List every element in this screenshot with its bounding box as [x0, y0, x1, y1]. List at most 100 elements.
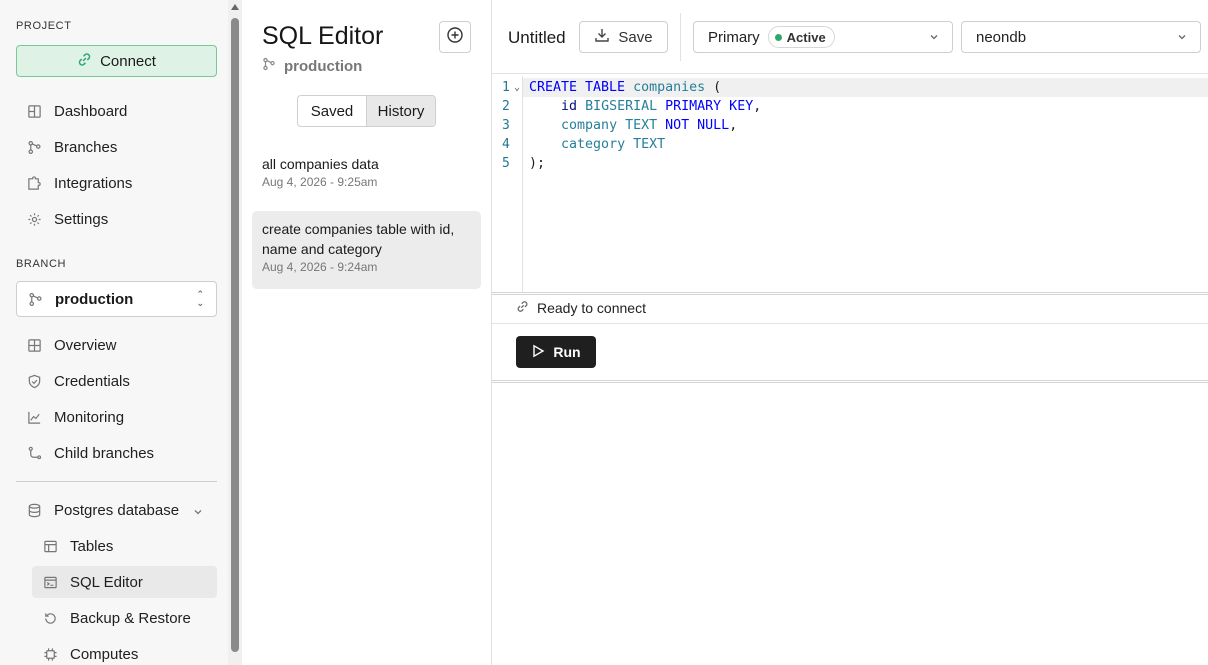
- sidebar-item-backup-restore[interactable]: Backup & Restore: [32, 602, 217, 634]
- active-dot-icon: [774, 33, 782, 41]
- chevron-down-icon: [928, 30, 940, 47]
- sidebar-item-monitoring[interactable]: Monitoring: [16, 401, 217, 433]
- editor-toolbar: Untitled Save Primary Active neondb: [492, 0, 1208, 74]
- branch-icon: [26, 139, 42, 155]
- compute-name: Primary: [708, 28, 760, 46]
- editor-resize-handle[interactable]: [492, 292, 1208, 295]
- branch-section-label: BRANCH: [16, 258, 67, 270]
- history-item-date: Aug 4, 2026 - 9:24am: [262, 260, 378, 274]
- line-number: 1: [502, 80, 510, 95]
- grid-icon: [26, 103, 42, 119]
- line-number: 4: [502, 137, 510, 152]
- tab-saved[interactable]: Saved: [298, 96, 366, 126]
- sidebar-item-label: Integrations: [54, 174, 133, 192]
- sql-editor-panel: SQL Editor production Saved History all …: [242, 0, 492, 665]
- sidebar-item-label: Branches: [54, 138, 118, 156]
- line-number: 2: [502, 99, 510, 114]
- new-query-button[interactable]: [439, 21, 471, 53]
- tab-history[interactable]: History: [366, 96, 435, 126]
- connect-label: Connect: [100, 52, 156, 70]
- branch-selector[interactable]: production ⌃ ⌄: [16, 281, 217, 317]
- scroll-thumb[interactable]: [231, 18, 239, 652]
- panel-branch-name: production: [284, 57, 363, 75]
- history-item-date: Aug 4, 2026 - 9:25am: [262, 175, 378, 189]
- sidebar-item-integrations[interactable]: Integrations: [16, 167, 217, 199]
- saved-history-toggle: Saved History: [297, 95, 436, 127]
- results-resize-handle[interactable]: [492, 380, 1208, 383]
- link-icon: [516, 300, 529, 316]
- code-text: CREATE TABLE companies (: [529, 80, 722, 95]
- code-line: 5 );: [492, 154, 1208, 173]
- branch-icon: [262, 57, 276, 75]
- database-icon: [26, 502, 42, 518]
- connect-button[interactable]: Connect: [16, 45, 217, 77]
- sidebar-item-computes[interactable]: Computes: [32, 638, 217, 665]
- sidebar-item-settings[interactable]: Settings: [16, 203, 217, 235]
- run-label: Run: [553, 344, 581, 360]
- panel-branch: production: [262, 57, 362, 75]
- sidebar-item-credentials[interactable]: Credentials: [16, 365, 217, 397]
- terminal-icon: [42, 574, 58, 590]
- history-item-title: all companies data: [262, 156, 379, 172]
- save-label: Save: [618, 28, 653, 46]
- chart-icon: [26, 409, 42, 425]
- updown-chevron-icon: ⌃ ⌄: [196, 289, 204, 308]
- sidebar-item-child-branches[interactable]: Child branches: [16, 437, 217, 469]
- connection-status-text: Ready to connect: [537, 300, 646, 316]
- save-button[interactable]: Save: [579, 21, 668, 53]
- toolbar-divider: [680, 13, 681, 61]
- sidebar-item-label: Child branches: [54, 444, 155, 462]
- history-item[interactable]: all companies data Aug 4, 2026 - 9:25am: [252, 146, 481, 197]
- code-line: 4 category TEXT: [492, 135, 1208, 154]
- line-number: 5: [502, 156, 510, 171]
- status-badge: Active: [767, 26, 835, 48]
- sidebar-item-dashboard[interactable]: Dashboard: [16, 95, 217, 127]
- sidebar-scrollbar[interactable]: [228, 0, 242, 665]
- project-section-label: PROJECT: [16, 20, 72, 32]
- scroll-up-arrow-icon[interactable]: [231, 4, 239, 10]
- sidebar-item-sql-editor[interactable]: SQL Editor: [32, 566, 217, 598]
- puzzle-icon: [26, 175, 42, 191]
- sidebar-group-label: Postgres database: [54, 501, 180, 519]
- history-item-title: create companies table with id, name and…: [262, 221, 455, 257]
- sidebar-item-overview[interactable]: Overview: [16, 329, 217, 361]
- code-text: id BIGSERIAL PRIMARY KEY,: [561, 99, 762, 114]
- database-name: neondb: [976, 28, 1027, 46]
- chevron-down-icon: [193, 504, 203, 521]
- sidebar-item-label: Credentials: [54, 372, 130, 390]
- sidebar-item-label: Overview: [54, 336, 117, 354]
- query-name[interactable]: Untitled: [508, 28, 566, 48]
- link-icon: [77, 52, 92, 71]
- sidebar: PROJECT Connect Dashboard Branches Integ…: [0, 0, 242, 665]
- connection-status: Ready to connect: [516, 300, 646, 316]
- history-item[interactable]: create companies table with id, name and…: [252, 211, 481, 289]
- fold-chevron-icon[interactable]: ⌄: [514, 82, 520, 93]
- code-editor[interactable]: 1 ⌄ CREATE TABLE companies ( 2 id BIGSER…: [492, 76, 1208, 292]
- sidebar-item-label: Dashboard: [54, 102, 128, 120]
- code-line: 1 ⌄ CREATE TABLE companies (: [492, 78, 1208, 97]
- sidebar-item-label: Monitoring: [54, 408, 125, 426]
- code-text: company TEXT NOT NULL,: [561, 118, 738, 133]
- branch-selector-value: production: [55, 290, 134, 308]
- chip-icon: [42, 646, 58, 662]
- code-line: 2 id BIGSERIAL PRIMARY KEY,: [492, 97, 1208, 116]
- code-text: );: [529, 156, 546, 171]
- sidebar-item-label: Computes: [70, 645, 139, 663]
- branch-icon: [27, 291, 43, 307]
- plus-circle-icon: [446, 26, 464, 49]
- page-title: SQL Editor: [262, 22, 384, 50]
- play-icon: [531, 344, 545, 361]
- sidebar-item-label: Tables: [70, 537, 114, 555]
- editor-area: Untitled Save Primary Active neondb 1 ⌄ …: [492, 0, 1208, 665]
- sidebar-item-tables[interactable]: Tables: [32, 530, 217, 562]
- code-line: 3 company TEXT NOT NULL,: [492, 116, 1208, 135]
- database-select[interactable]: neondb: [961, 21, 1201, 53]
- grid-icon: [26, 337, 42, 353]
- sidebar-item-branches[interactable]: Branches: [16, 131, 217, 163]
- child-branch-icon: [26, 445, 42, 461]
- sidebar-group-postgres-database[interactable]: Postgres database: [16, 494, 217, 526]
- run-button[interactable]: Run: [516, 336, 596, 368]
- sidebar-item-label: Settings: [54, 210, 109, 228]
- compute-select[interactable]: Primary Active: [693, 21, 953, 53]
- sidebar-item-label: Backup & Restore: [70, 609, 191, 627]
